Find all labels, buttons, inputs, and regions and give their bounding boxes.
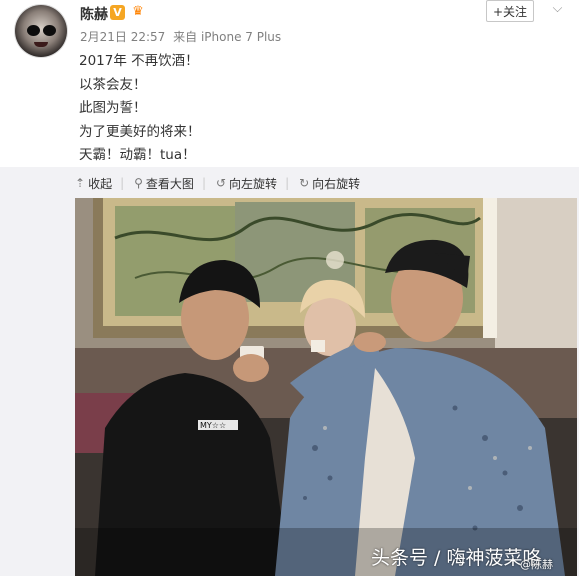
post-line: 此图为誓！ bbox=[79, 100, 147, 116]
rotate-left-icon: ↺ bbox=[215, 176, 227, 190]
post-line: 2017年 不再饮酒！ bbox=[79, 53, 199, 69]
post-text: 2017年 不再饮酒！ 以茶会友！ 此图为誓！ 为了更美好的将来！ 天霸！动霸！… bbox=[79, 50, 201, 168]
media-toolbar: ⇡ 收起 | ⚲ 查看大图 | ↺ 向左旋转 | ↻ 向右旋转 bbox=[75, 174, 370, 192]
avatar[interactable] bbox=[15, 5, 67, 57]
post-line: 以茶会友！ bbox=[79, 76, 147, 93]
username[interactable]: 陈赫 bbox=[80, 4, 108, 24]
view-large-button[interactable]: ⚲ 查看大图 | bbox=[134, 174, 206, 192]
chevron-down-icon[interactable] bbox=[552, 2, 563, 13]
collapse-label: 收起 bbox=[88, 176, 113, 191]
rotate-left-button[interactable]: ↺ 向左旋转 | bbox=[216, 174, 289, 192]
post-meta: 2月21日 22:57 来自 iPhone 7 Plus bbox=[80, 28, 285, 45]
follow-label: +关注 bbox=[492, 4, 528, 19]
avatar-mouth bbox=[34, 42, 48, 47]
photo-illustration: MY☆☆ bbox=[75, 198, 577, 576]
post-photo[interactable]: MY☆☆ bbox=[75, 198, 577, 576]
collapse-button[interactable]: ⇡ 收起 | bbox=[75, 174, 124, 192]
divider: | bbox=[285, 176, 290, 190]
follow-button[interactable]: +关注 bbox=[486, 0, 534, 22]
post-date[interactable]: 2月21日 22:57 bbox=[80, 30, 165, 44]
watermark-sub: @陈赫 bbox=[520, 558, 553, 571]
avatar-eye bbox=[43, 25, 56, 36]
verified-badge-icon: V bbox=[110, 5, 125, 20]
rotate-right-label: 向右旋转 bbox=[312, 176, 361, 191]
post-source: 来自 iPhone 7 Plus bbox=[173, 30, 282, 44]
member-crown-icon: ♛ bbox=[132, 4, 144, 19]
collapse-up-icon: ⇡ bbox=[75, 176, 86, 190]
shirt-print: MY☆☆ bbox=[200, 421, 226, 430]
rotate-left-label: 向左旋转 bbox=[229, 176, 278, 191]
post-line: 为了更美好的将来！ bbox=[79, 123, 201, 140]
rotate-right-button[interactable]: ↻ 向右旋转 bbox=[299, 174, 360, 192]
magnifier-icon: ⚲ bbox=[134, 176, 143, 190]
post-line: 天霸！动霸！tua！ bbox=[79, 147, 196, 163]
divider: | bbox=[120, 176, 125, 190]
view-large-label: 查看大图 bbox=[145, 176, 194, 191]
rotate-right-icon: ↻ bbox=[299, 176, 310, 190]
avatar-eye bbox=[27, 25, 40, 36]
divider: | bbox=[201, 176, 206, 190]
watermark: 头条号 / 嗨神菠菜咯 bbox=[371, 547, 542, 569]
